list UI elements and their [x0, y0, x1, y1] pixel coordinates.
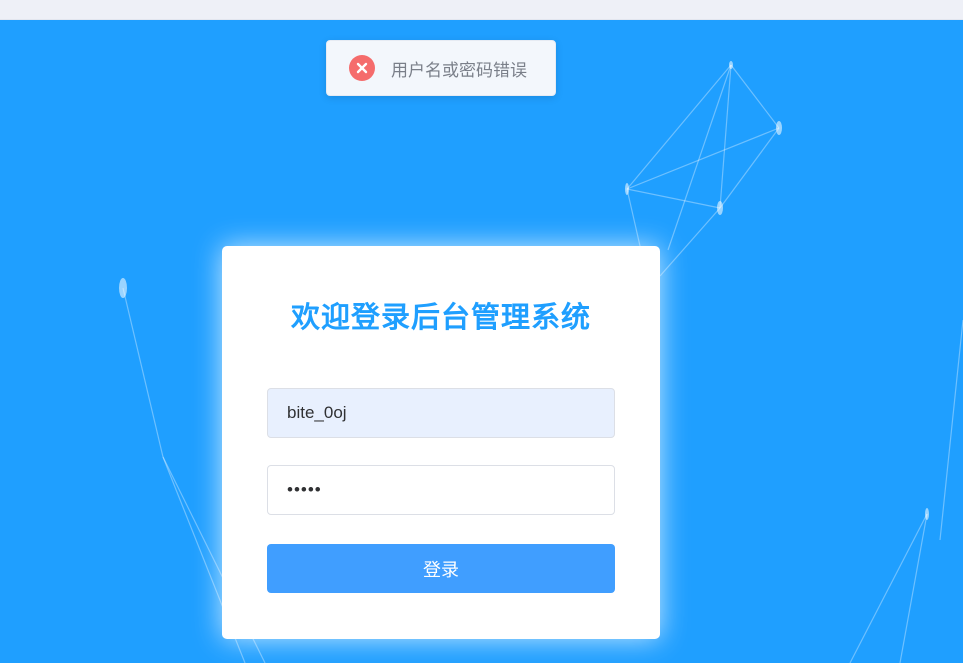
password-input[interactable]	[267, 465, 615, 515]
login-title: 欢迎登录后台管理系统	[290, 300, 591, 334]
username-input[interactable]	[267, 388, 615, 438]
login-button[interactable]: 登录	[267, 544, 615, 593]
top-bar	[0, 0, 963, 20]
error-message: 用户名或密码错误	[391, 60, 527, 81]
login-card: 欢迎登录后台管理系统 登录	[222, 246, 660, 639]
close-x-glyph	[356, 62, 368, 74]
error-toast: 用户名或密码错误	[326, 40, 556, 96]
error-circle-icon	[349, 55, 375, 81]
